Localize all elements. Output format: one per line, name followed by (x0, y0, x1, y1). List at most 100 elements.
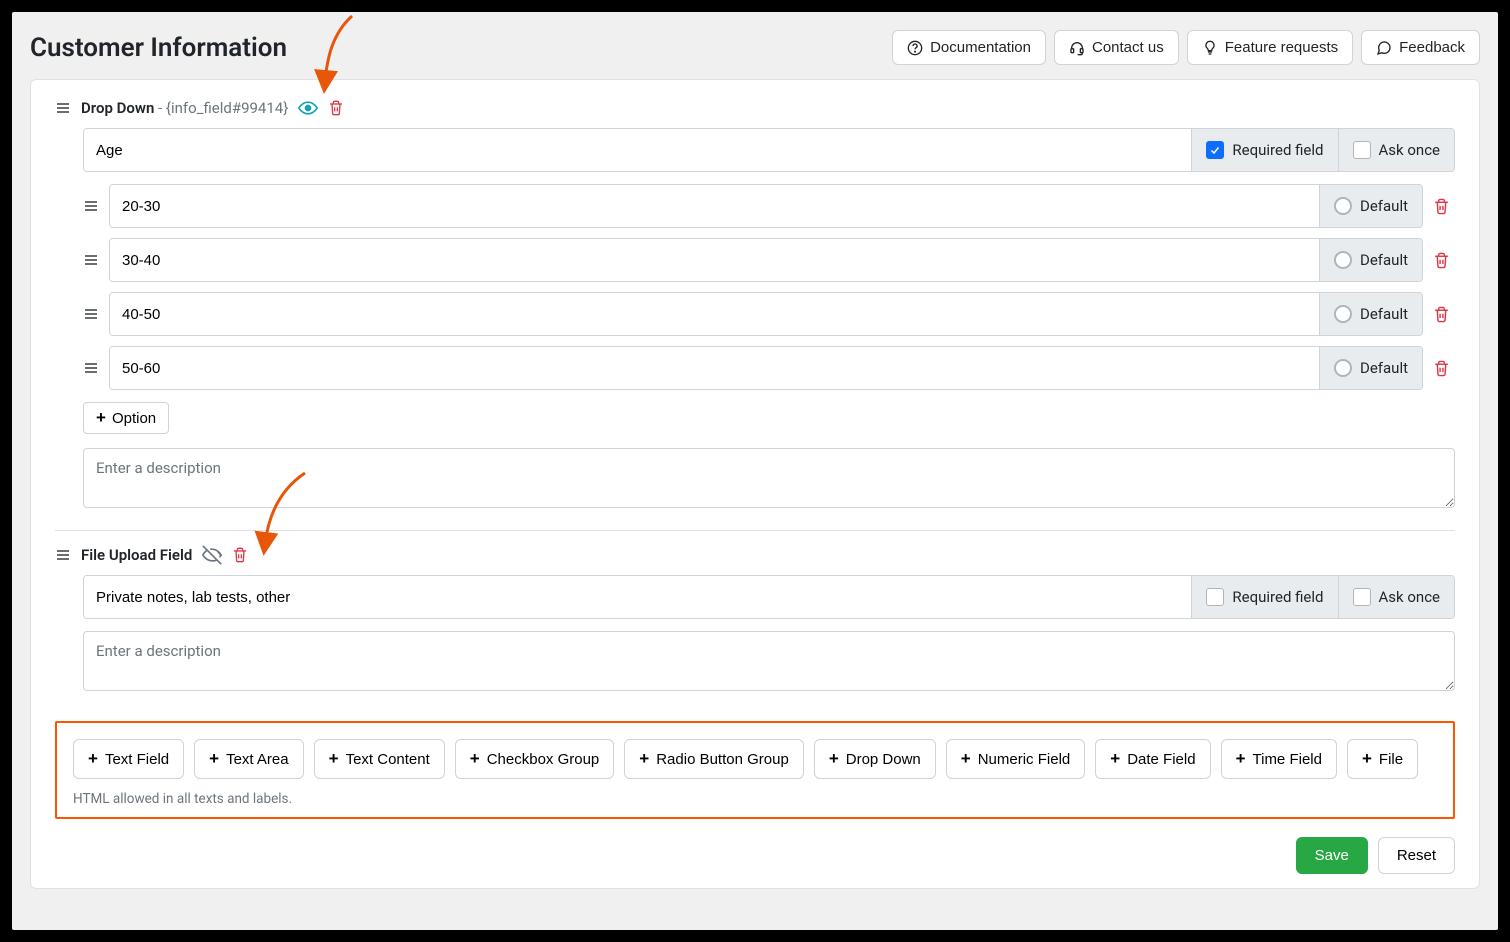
chat-icon (1376, 40, 1392, 56)
add-option-label: Option (112, 410, 156, 427)
add-text-content-button[interactable]: Text Content (314, 739, 445, 779)
option-row: Default (83, 346, 1455, 390)
add-text-area-button[interactable]: Text Area (194, 739, 303, 779)
option-value-input[interactable] (110, 185, 1319, 227)
askonce-label: Ask once (1379, 588, 1441, 606)
add-date-field-button[interactable]: Date Field (1095, 739, 1210, 779)
field-fileupload: File Upload Field Required field Ask onc… (55, 530, 1455, 713)
add-option-button[interactable]: Option (83, 402, 169, 434)
option-default-toggle[interactable]: Default (1319, 347, 1422, 389)
radio-icon[interactable] (1334, 305, 1352, 323)
add-text-field-button[interactable]: Text Field (73, 739, 184, 779)
field-name-input[interactable] (84, 129, 1191, 171)
drag-handle-icon[interactable] (83, 252, 99, 268)
html-hint: HTML allowed in all texts and labels. (73, 791, 1437, 807)
delete-option-icon[interactable] (1433, 306, 1455, 323)
header-actions: Documentation Contact us Feature request… (892, 30, 1480, 65)
required-checkbox[interactable] (1206, 141, 1224, 159)
radio-icon[interactable] (1334, 359, 1352, 377)
plus-icon (96, 409, 106, 427)
add-field-label: Text Field (105, 751, 169, 768)
delete-field-icon[interactable] (328, 100, 344, 116)
plus-icon (961, 750, 971, 768)
plus-icon (209, 750, 219, 768)
plus-icon (829, 750, 839, 768)
add-field-label: Text Content (346, 751, 430, 768)
option-default-toggle[interactable]: Default (1319, 239, 1422, 281)
description-textarea[interactable] (83, 448, 1455, 508)
plus-icon (88, 750, 98, 768)
field-type-label: File Upload Field (81, 546, 192, 564)
question-circle-icon (907, 40, 923, 56)
option-default-label: Default (1360, 305, 1408, 323)
plus-icon (470, 750, 480, 768)
delete-field-icon[interactable] (232, 547, 248, 563)
askonce-checkbox[interactable] (1353, 141, 1371, 159)
save-button[interactable]: Save (1296, 837, 1368, 874)
add-time-field-button[interactable]: Time Field (1221, 739, 1337, 779)
required-checkbox[interactable] (1206, 588, 1224, 606)
option-value-input[interactable] (110, 347, 1319, 389)
add-field-label: Numeric Field (978, 751, 1071, 768)
drag-handle-icon[interactable] (83, 360, 99, 376)
lightbulb-icon (1202, 40, 1218, 56)
radio-icon[interactable] (1334, 251, 1352, 269)
field-name-row: Required field Ask once (83, 128, 1455, 172)
required-toggle[interactable]: Required field (1191, 576, 1337, 618)
plus-icon (639, 750, 649, 768)
page-title: Customer Information (30, 33, 287, 63)
option-value-input[interactable] (110, 239, 1319, 281)
option-input-wrap: Default (109, 238, 1423, 282)
field-name-input[interactable] (84, 576, 1191, 618)
add-field-section: Text Field Text Area Text Content Checkbox … (55, 721, 1455, 819)
askonce-checkbox[interactable] (1353, 588, 1371, 606)
app-root: Customer Information Documentation Conta… (12, 12, 1498, 930)
option-input-wrap: Default (109, 346, 1423, 390)
reset-button[interactable]: Reset (1378, 837, 1455, 874)
delete-option-icon[interactable] (1433, 360, 1455, 377)
required-toggle[interactable]: Required field (1191, 129, 1337, 171)
drag-handle-icon[interactable] (83, 306, 99, 322)
radio-icon[interactable] (1334, 197, 1352, 215)
drag-handle-icon[interactable] (55, 100, 71, 116)
option-default-label: Default (1360, 359, 1408, 377)
askonce-toggle[interactable]: Ask once (1338, 576, 1455, 618)
option-row: Default (83, 238, 1455, 282)
contact-us-button[interactable]: Contact us (1054, 30, 1179, 65)
feature-requests-button[interactable]: Feature requests (1187, 30, 1353, 65)
add-radio-button-group-button[interactable]: Radio Button Group (624, 739, 804, 779)
add-drop-down-button[interactable]: Drop Down (814, 739, 936, 779)
documentation-button[interactable]: Documentation (892, 30, 1046, 65)
option-input-wrap: Default (109, 292, 1423, 336)
required-label: Required field (1232, 588, 1323, 606)
option-value-input[interactable] (110, 293, 1319, 335)
add-numeric-field-button[interactable]: Numeric Field (946, 739, 1085, 779)
option-input-wrap: Default (109, 184, 1423, 228)
feedback-button[interactable]: Feedback (1361, 30, 1480, 65)
add-checkbox-group-button[interactable]: Checkbox Group (455, 739, 615, 779)
option-row: Default (83, 292, 1455, 336)
askonce-toggle[interactable]: Ask once (1338, 129, 1455, 171)
option-default-toggle[interactable]: Default (1319, 185, 1422, 227)
plus-icon (1236, 750, 1246, 768)
add-field-buttons: Text Field Text Area Text Content Checkbox … (73, 739, 1437, 779)
plus-icon (1362, 750, 1372, 768)
add-field-label: Date Field (1127, 751, 1195, 768)
headset-icon (1069, 40, 1085, 56)
header: Customer Information Documentation Conta… (30, 30, 1480, 65)
delete-option-icon[interactable] (1433, 198, 1455, 215)
delete-option-icon[interactable] (1433, 252, 1455, 269)
drag-handle-icon[interactable] (83, 198, 99, 214)
option-list: Default Default Default De (83, 184, 1455, 390)
field-type-label: Drop Down - {info_field#99414} (81, 99, 288, 117)
eye-hidden-icon[interactable] (202, 545, 222, 565)
drag-handle-icon[interactable] (55, 547, 71, 563)
eye-visible-icon[interactable] (298, 98, 318, 118)
option-row: Default (83, 184, 1455, 228)
add-file-button[interactable]: File (1347, 739, 1418, 779)
documentation-label: Documentation (930, 39, 1031, 56)
description-textarea[interactable] (83, 631, 1455, 691)
plus-icon (1110, 750, 1120, 768)
option-default-toggle[interactable]: Default (1319, 293, 1422, 335)
plus-icon (329, 750, 339, 768)
